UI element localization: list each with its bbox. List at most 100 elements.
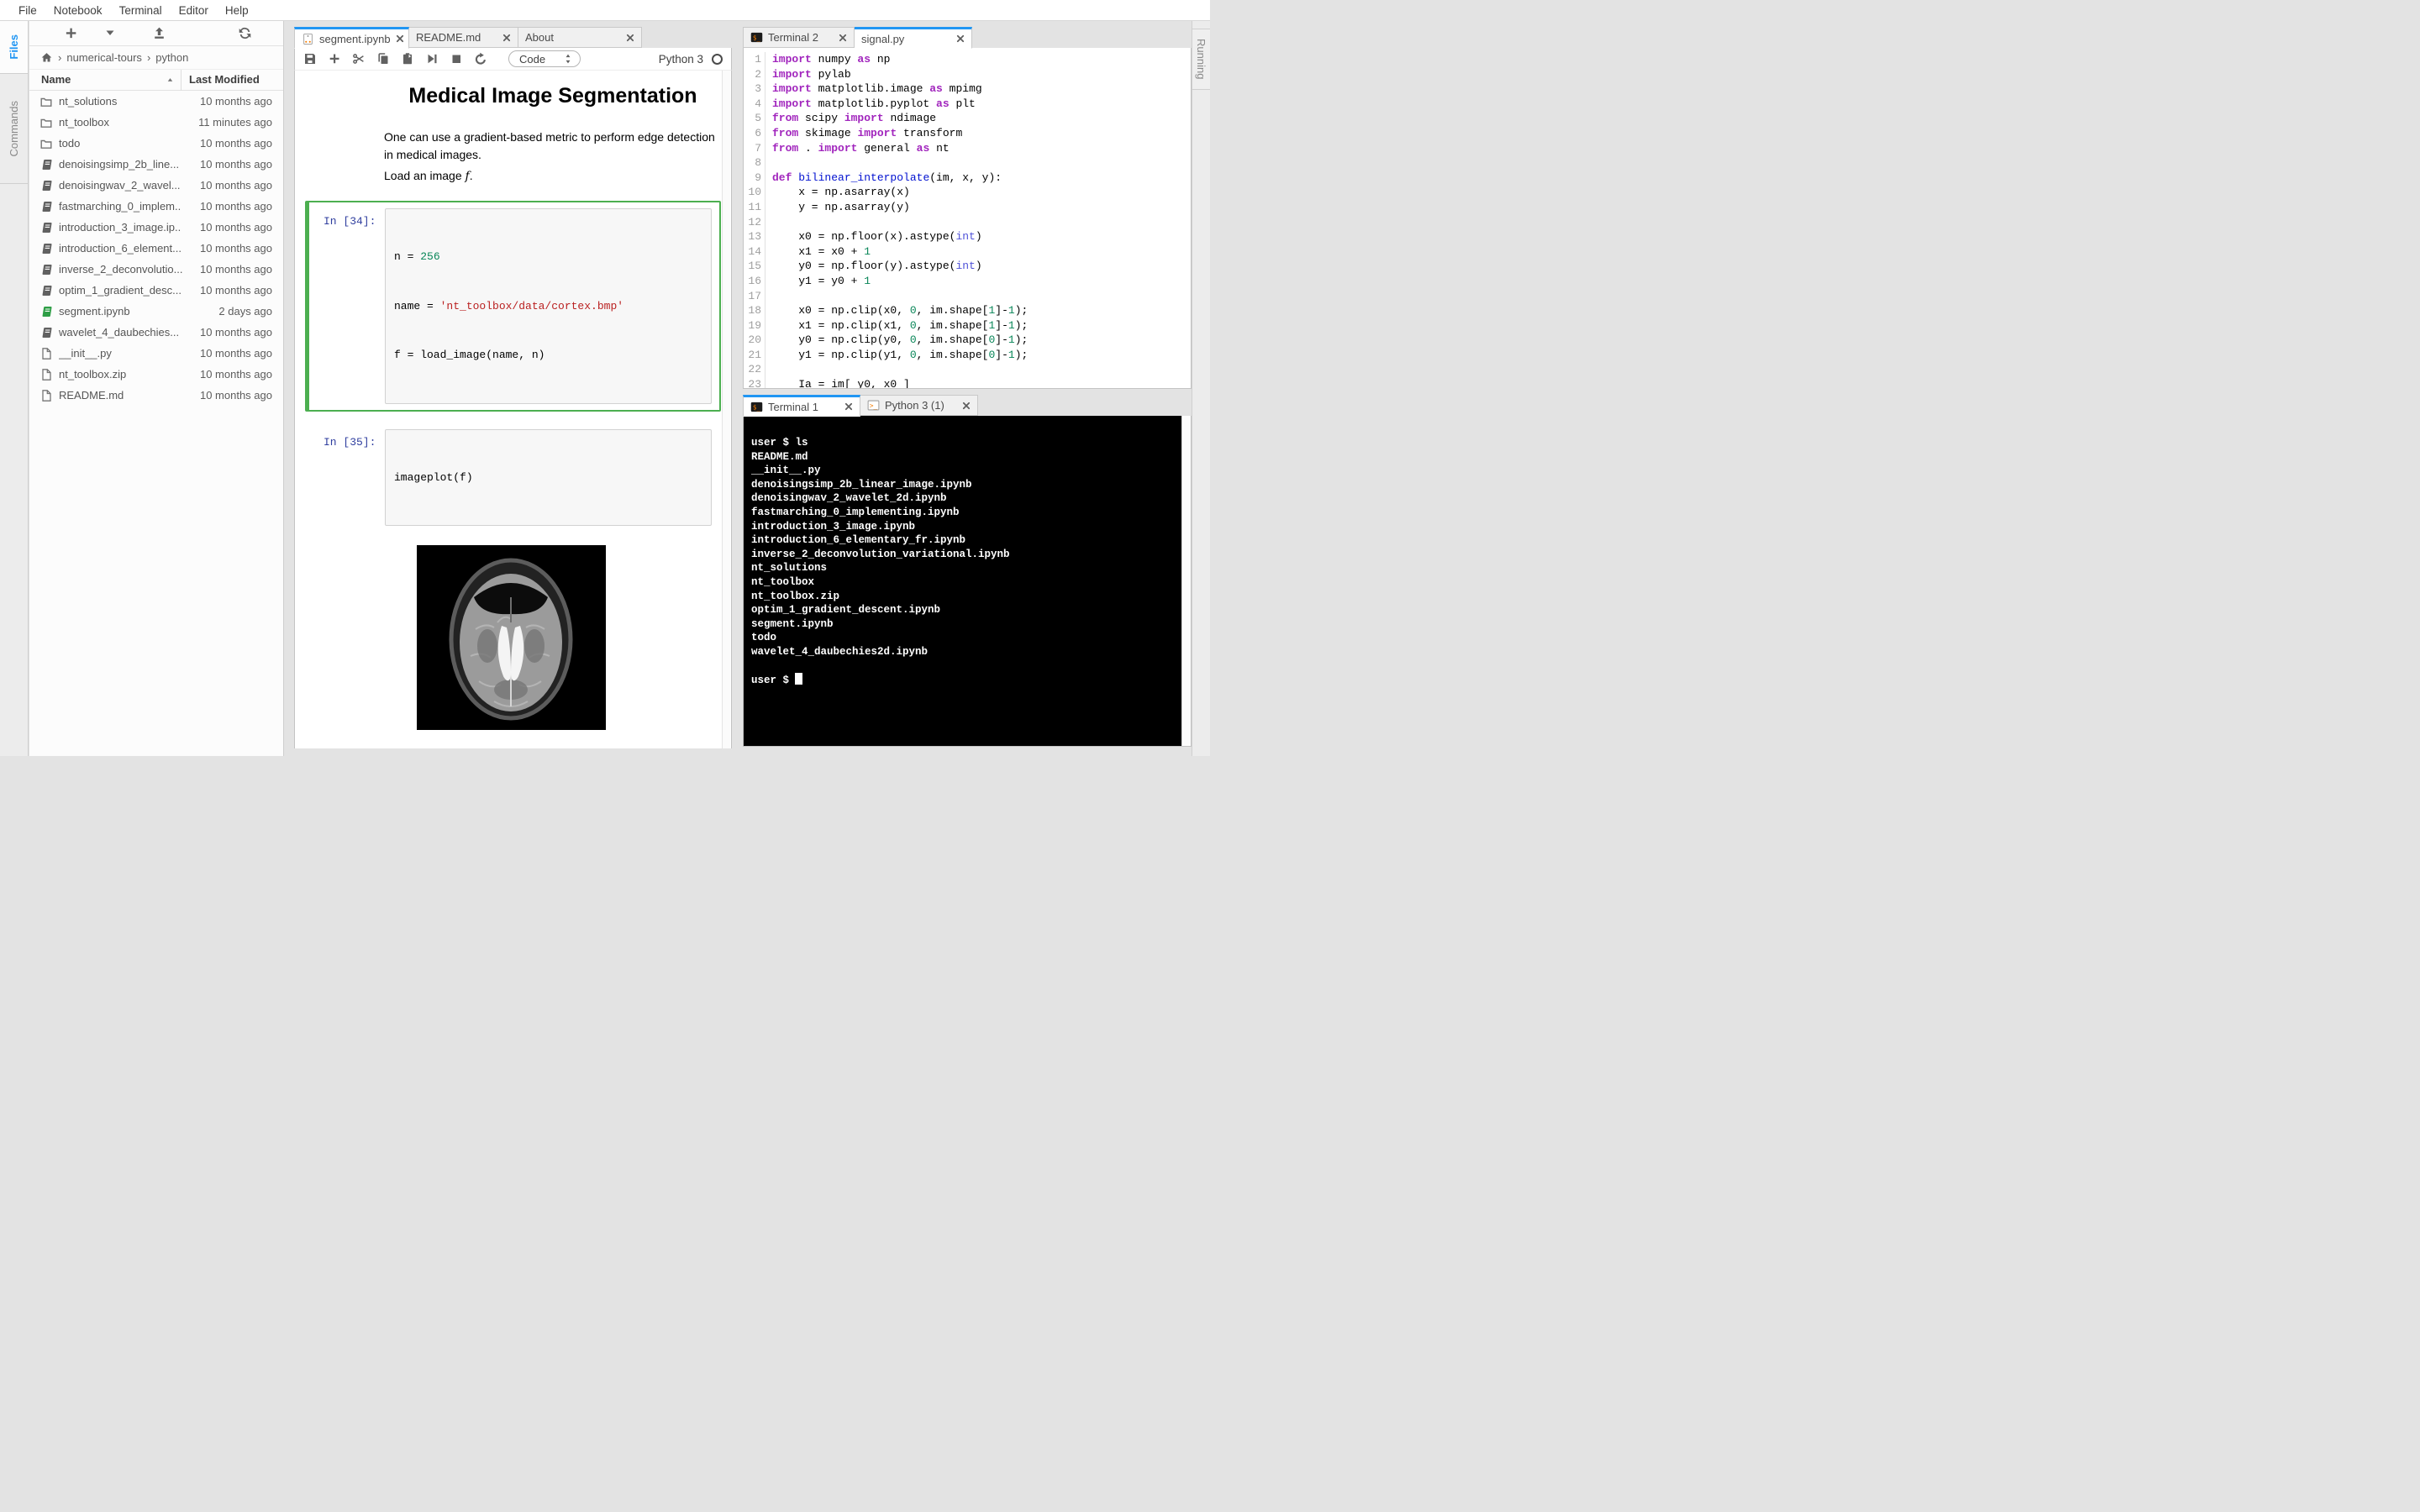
tab-python-3-console[interactable]: Python 3 (1) (860, 395, 978, 416)
sidebar-tab-files[interactable]: Files (0, 21, 28, 74)
file-modified: 10 months ago (200, 284, 272, 297)
menu-file[interactable]: File (10, 4, 45, 17)
close-icon[interactable] (396, 34, 404, 43)
file-modified: 11 minutes ago (198, 116, 272, 129)
notebook-icon (39, 221, 53, 234)
file-row[interactable]: segment.ipynb2 days ago (29, 301, 283, 322)
file-row[interactable]: optim_1_gradient_desc...10 months ago (29, 280, 283, 301)
file-row[interactable]: denoisingsimp_2b_line...10 months ago (29, 154, 283, 175)
menu-notebook[interactable]: Notebook (45, 4, 111, 17)
file-modified: 10 months ago (200, 347, 272, 360)
file-row[interactable]: introduction_3_image.ip..10 months ago (29, 217, 283, 238)
breadcrumb-folder[interactable]: numerical-tours (66, 51, 142, 64)
editor-line: 13 x0 = np.floor(x).astype(int) (744, 229, 1191, 244)
notebook-icon (39, 200, 53, 213)
file-name: __init__.py (59, 347, 112, 360)
tab-label: segment.ipynb (319, 33, 391, 45)
close-icon[interactable] (502, 34, 511, 42)
menu-terminal[interactable]: Terminal (111, 4, 171, 17)
run-cell-button[interactable] (425, 52, 439, 66)
notebook-file-icon (302, 33, 314, 45)
close-icon[interactable] (956, 34, 965, 43)
kernel-name[interactable]: Python 3 (659, 53, 703, 66)
breadcrumb-folder[interactable]: python (155, 51, 188, 64)
folder-icon (39, 95, 53, 108)
sidebar-tab-commands[interactable]: Commands (0, 74, 28, 184)
editor-line: 15 y0 = np.floor(y).astype(int) (744, 259, 1191, 274)
close-icon[interactable] (844, 402, 853, 411)
folder-icon (39, 137, 53, 150)
new-launcher-button[interactable] (64, 26, 79, 41)
terminal-tab-bar: Terminal 1 Python 3 (1) (743, 395, 1192, 416)
terminal-icon (750, 401, 763, 413)
add-cell-button[interactable] (328, 52, 341, 66)
file-icon (39, 389, 53, 402)
breadcrumb: › numerical-tours › python (29, 46, 283, 70)
file-name: wavelet_4_daubechies... (59, 326, 179, 339)
file-row[interactable]: wavelet_4_daubechies...10 months ago (29, 322, 283, 343)
file-row[interactable]: fastmarching_0_implem..10 months ago (29, 196, 283, 217)
tab-label: Terminal 2 (768, 31, 834, 44)
close-icon[interactable] (962, 402, 971, 410)
console-icon (867, 399, 880, 412)
file-row[interactable]: inverse_2_deconvolutio...10 months ago (29, 259, 283, 280)
terminal[interactable]: user $ lsREADME.md__init__.pydenoisingsi… (743, 416, 1192, 747)
cell-code-editor[interactable]: n = 256 name = 'nt_toolbox/data/cortex.b… (385, 208, 712, 404)
file-row[interactable]: __init__.py 10 months ago (29, 343, 283, 364)
file-row[interactable]: nt_toolbox11 minutes ago (29, 112, 283, 133)
home-icon[interactable] (40, 51, 53, 64)
terminal-line: optim_1_gradient_descent.ipynb (751, 603, 1191, 617)
save-button[interactable] (303, 52, 317, 66)
paste-cell-button[interactable] (401, 52, 414, 66)
code-cell-34[interactable]: In [34]: n = 256 name = 'nt_toolbox/data… (305, 201, 721, 412)
notebook-scrollbar[interactable] (722, 71, 730, 748)
file-row[interactable]: README.md10 months ago (29, 385, 283, 406)
editor-line: 12 (744, 215, 1191, 230)
tab-signal-py[interactable]: signal.py (855, 27, 972, 49)
tab-readme-md[interactable]: README.md (409, 27, 518, 48)
breadcrumb-separator: › (147, 51, 150, 64)
code-cell-35[interactable]: In [35]: imageplot(f) (305, 422, 721, 534)
breadcrumb-separator: › (58, 51, 61, 64)
upload-button[interactable] (152, 26, 167, 41)
cell-type-dropdown[interactable]: Code (508, 50, 581, 67)
file-row[interactable]: denoisingwav_2_wavel...10 months ago (29, 175, 283, 196)
close-icon[interactable] (626, 34, 634, 42)
close-icon[interactable] (839, 34, 847, 42)
tab-about[interactable]: About (518, 27, 642, 48)
copy-cell-button[interactable] (376, 52, 390, 66)
tab-terminal-2[interactable]: Terminal 2 (743, 27, 855, 48)
tab-terminal-1[interactable]: Terminal 1 (743, 395, 860, 417)
terminal-line: fastmarching_0_implementing.ipynb (751, 506, 1191, 520)
sidebar-tab-running[interactable]: Running (1192, 29, 1210, 90)
refresh-button[interactable] (238, 26, 253, 41)
cut-cell-button[interactable] (352, 52, 366, 66)
terminal-scrollbar[interactable] (1181, 416, 1191, 746)
file-row[interactable]: nt_solutions10 months ago (29, 91, 283, 112)
column-header-name[interactable]: Name (41, 73, 71, 86)
column-header-modified[interactable]: Last Modified (189, 73, 260, 86)
file-list-header: Name Last Modified (29, 70, 283, 91)
restart-kernel-button[interactable] (474, 52, 487, 66)
file-row[interactable]: introduction_6_element...10 months ago (29, 238, 283, 259)
cell-prompt: In [35]: (324, 436, 376, 449)
file-row[interactable]: nt_toolbox.zip10 months ago (29, 364, 283, 385)
file-modified: 10 months ago (200, 221, 272, 234)
right-sidebar-strip: Running (1192, 21, 1210, 756)
terminal-line: nt_toolbox (751, 575, 1191, 590)
editor-line: 9def bilinear_interpolate(im, x, y): (744, 171, 1191, 186)
files-tab-label: Files (8, 34, 20, 60)
tab-segment-ipynb[interactable]: segment.ipynb (294, 27, 409, 49)
menu-help[interactable]: Help (217, 4, 257, 17)
sort-ascending-icon[interactable] (166, 76, 175, 85)
new-dropdown-caret[interactable] (103, 26, 118, 41)
cell-code-editor[interactable]: imageplot(f) (385, 429, 712, 527)
file-name: fastmarching_0_implem.. (59, 200, 181, 213)
terminal-line: wavelet_4_daubechies2d.ipynb (751, 645, 1191, 659)
stop-kernel-button[interactable] (450, 52, 463, 66)
menu-editor[interactable]: Editor (171, 4, 217, 17)
file-modified: 10 months ago (200, 263, 272, 276)
terminal-line: nt_solutions (751, 561, 1191, 575)
code-editor[interactable]: 1import numpy as np2import pylab3import … (743, 48, 1192, 389)
file-row[interactable]: todo10 months ago (29, 133, 283, 154)
